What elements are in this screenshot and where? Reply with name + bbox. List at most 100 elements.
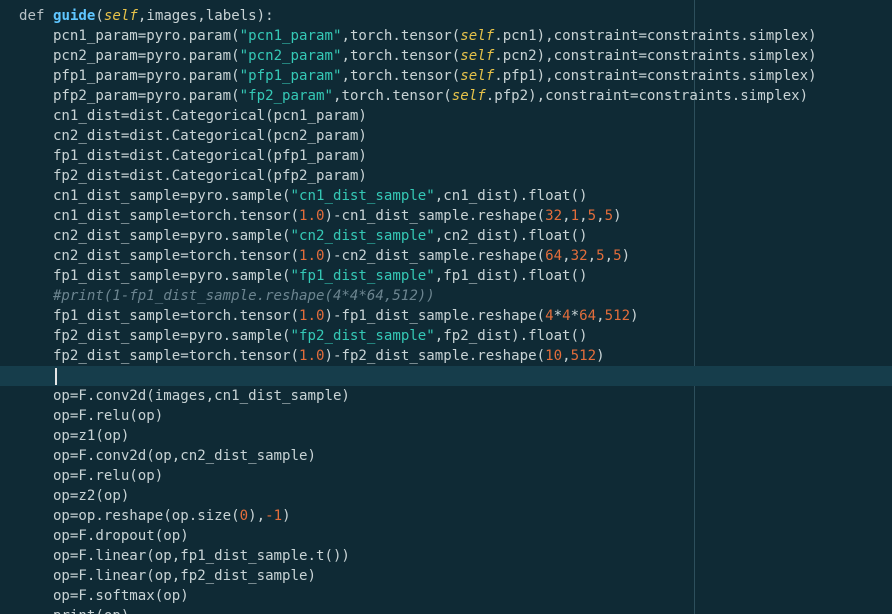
code-token: )-cn2_dist_sample.reshape( (324, 248, 546, 264)
code-token: ,cn1_dist).float() (434, 188, 588, 204)
string-token: "fp1_dist_sample" (290, 268, 435, 284)
code-token: ,cn2_dist).float() (434, 228, 588, 244)
code-token: cn2_dist=dist.Categorical(pcn2_param) (19, 128, 367, 144)
number-token: 512 (570, 348, 597, 364)
number-token: 5 (596, 248, 605, 264)
string-token: "cn2_dist_sample" (290, 228, 435, 244)
code-token: fp2_dist_sample=torch.tensor( (19, 348, 300, 364)
code-line[interactable]: op=z1(op) (19, 426, 892, 446)
code-token: .pcn1),constraint=constraints.simplex) (494, 28, 817, 44)
code-token: op=F.linear(op,fp2_dist_sample) (19, 568, 316, 584)
number-token: 1 (570, 208, 580, 224)
number-token: 10 (545, 348, 563, 364)
code-token: ,torch.tensor( (341, 68, 461, 84)
code-line[interactable]: print(op) (19, 606, 892, 614)
code-line[interactable]: fp2_dist_sample=pyro.sample("fp2_dist_sa… (19, 326, 892, 346)
code-token: , (596, 208, 605, 224)
number-token: 5 (613, 248, 622, 264)
comment-token: #print(1-fp1_dist_sample.reshape(4*4*64,… (19, 288, 435, 304)
self-token: self (451, 88, 486, 104)
code-line[interactable]: cn2_dist_sample=pyro.sample("cn2_dist_sa… (19, 226, 892, 246)
code-line[interactable]: fp2_dist=dist.Categorical(pfp2_param) (19, 166, 892, 186)
code-line[interactable]: op=z2(op) (19, 486, 892, 506)
self-token: self (460, 48, 495, 64)
code-line[interactable]: op=F.conv2d(op,cn2_dist_sample) (19, 446, 892, 466)
code-token: ( (95, 8, 104, 24)
code-line[interactable]: cn1_dist_sample=pyro.sample("cn1_dist_sa… (19, 186, 892, 206)
number-token: 4 (545, 308, 554, 324)
code-line[interactable]: cn1_dist_sample=torch.tensor(1.0)-cn1_di… (19, 206, 892, 226)
code-line[interactable]: op=F.softmax(op) (19, 586, 892, 606)
code-token: op=z2(op) (19, 488, 130, 504)
number-token: 5 (587, 208, 597, 224)
code-line[interactable]: op=F.linear(op,fp1_dist_sample.t()) (19, 546, 892, 566)
code-token: ) (282, 508, 291, 524)
string-token: "pcn2_param" (239, 48, 342, 64)
code-token: op=F.relu(op) (19, 408, 164, 424)
code-token: , (562, 348, 571, 364)
code-token: ,torch.tensor( (341, 48, 461, 64)
code-line[interactable]: op=F.dropout(op) (19, 526, 892, 546)
code-token: fp1_dist=dist.Categorical(pfp1_param) (19, 148, 367, 164)
code-line[interactable]: fp1_dist_sample=pyro.sample("fp1_dist_sa… (19, 266, 892, 286)
code-line[interactable]: fp1_dist_sample=torch.tensor(1.0)-fp1_di… (19, 306, 892, 326)
code-line[interactable]: pcn2_param=pyro.param("pcn2_param",torch… (19, 46, 892, 66)
code-token: , (604, 248, 614, 264)
code-token: cn1_dist_sample=torch.tensor( (19, 208, 300, 224)
code-line[interactable]: op=F.conv2d(images,cn1_dist_sample) (19, 386, 892, 406)
code-token: pfp1_param=pyro.param( (19, 68, 240, 84)
code-line[interactable]: fp2_dist_sample=torch.tensor(1.0)-fp2_di… (19, 346, 892, 366)
number-token: -1 (265, 508, 283, 524)
string-token: "pfp1_param" (239, 68, 342, 84)
code-token: , (587, 248, 597, 264)
number-token: 1.0 (299, 248, 325, 264)
string-token: "cn1_dist_sample" (290, 188, 435, 204)
code-token: fp1_dist_sample=torch.tensor( (19, 308, 300, 324)
keyword-token: def (19, 8, 45, 24)
code-line[interactable]: pfp1_param=pyro.param("pfp1_param",torch… (19, 66, 892, 86)
code-token: op=F.relu(op) (19, 468, 164, 484)
code-line[interactable]: op=F.linear(op,fp2_dist_sample) (19, 566, 892, 586)
code-token: op=op.reshape(op.size( (19, 508, 240, 524)
code-token: , (596, 308, 605, 324)
number-token: 64 (545, 248, 563, 264)
code-token: )-cn1_dist_sample.reshape( (324, 208, 546, 224)
code-token: cn1_dist=dist.Categorical(pcn1_param) (19, 108, 367, 124)
code-token: pfp2_param=pyro.param( (19, 88, 240, 104)
code-token: ) (613, 208, 622, 224)
code-line[interactable]: cn2_dist_sample=torch.tensor(1.0)-cn2_di… (19, 246, 892, 266)
code-line[interactable]: op=op.reshape(op.size(0),-1) (19, 506, 892, 526)
code-token: op=F.dropout(op) (19, 528, 189, 544)
code-token: fp1_dist_sample=pyro.sample( (19, 268, 291, 284)
code-token: )-fp2_dist_sample.reshape( (324, 348, 546, 364)
code-line[interactable]: op=F.relu(op) (19, 466, 892, 486)
string-token: "fp2_param" (239, 88, 333, 104)
number-token: 1.0 (299, 208, 325, 224)
code-token: pcn2_param=pyro.param( (19, 48, 240, 64)
number-token: 1.0 (299, 348, 325, 364)
code-token: cn2_dist_sample=torch.tensor( (19, 248, 300, 264)
code-line[interactable]: pcn1_param=pyro.param("pcn1_param",torch… (19, 26, 892, 46)
self-token: self (460, 28, 495, 44)
code-editor[interactable]: def guide(self,images,labels): pcn1_para… (0, 0, 892, 614)
code-line[interactable]: op=F.relu(op) (19, 406, 892, 426)
number-token: 0 (239, 508, 249, 524)
code-token: fp2_dist_sample=pyro.sample( (19, 328, 291, 344)
code-token: )-fp1_dist_sample.reshape( (324, 308, 546, 324)
text-cursor (55, 368, 57, 385)
code-line[interactable]: cn2_dist=dist.Categorical(pcn2_param) (19, 126, 892, 146)
code-token: , (562, 248, 571, 264)
code-line[interactable]: cn1_dist=dist.Categorical(pcn1_param) (19, 106, 892, 126)
current-code-line[interactable] (0, 366, 892, 386)
code-lines[interactable]: def guide(self,images,labels): pcn1_para… (0, 6, 892, 614)
code-line[interactable]: #print(1-fp1_dist_sample.reshape(4*4*64,… (19, 286, 892, 306)
code-line[interactable]: pfp2_param=pyro.param("fp2_param",torch.… (19, 86, 892, 106)
code-token: op=z1(op) (19, 428, 130, 444)
number-token: 1.0 (299, 308, 325, 324)
code-line[interactable]: fp1_dist=dist.Categorical(pfp1_param) (19, 146, 892, 166)
code-line[interactable]: def guide(self,images,labels): (19, 6, 892, 26)
code-token: , (562, 208, 571, 224)
self-token: self (103, 8, 138, 24)
